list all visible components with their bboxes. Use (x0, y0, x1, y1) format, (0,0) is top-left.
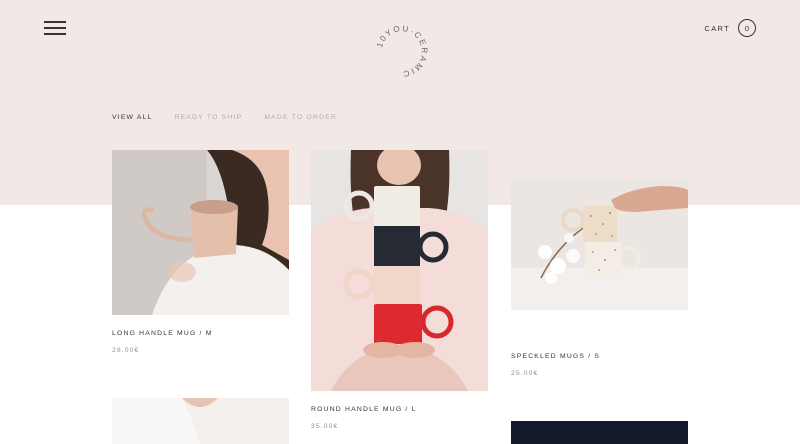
product-price: 25.00€ (511, 370, 539, 377)
product-price: 35.00€ (311, 423, 339, 430)
product-title[interactable]: ROUND HANDLE MUG / L (311, 406, 417, 413)
product-image-round-handle-mug[interactable] (311, 150, 488, 391)
product-image-next-row[interactable] (112, 398, 289, 444)
cart-button[interactable]: CART 0 (705, 19, 756, 37)
product-title[interactable]: SPECKLED MUGS / S (511, 353, 600, 360)
cart-count-badge: 0 (738, 19, 756, 37)
product-title[interactable]: LONG HANDLE MUG / M (112, 330, 213, 337)
brand-logo[interactable]: 10YOU·CERAMICS (361, 9, 435, 79)
hamburger-menu-icon[interactable] (44, 20, 66, 36)
product-image-speckled-mugs[interactable] (511, 178, 688, 310)
product-filter-tabs: VIEW ALL READY TO SHIP MADE TO ORDER (112, 114, 337, 121)
filter-made-to-order[interactable]: MADE TO ORDER (264, 114, 337, 121)
svg-text:10YOU·CERAMICS: 10YOU·CERAMICS (365, 16, 429, 78)
logo-text: 10YOU·CERAMICS (361, 9, 427, 79)
product-image-next-row[interactable] (511, 421, 688, 444)
filter-view-all[interactable]: VIEW ALL (112, 114, 153, 121)
product-price: 28.00€ (112, 347, 140, 354)
filter-ready-to-ship[interactable]: READY TO SHIP (175, 114, 243, 121)
product-image-long-handle-mug[interactable] (112, 150, 289, 315)
cart-label: CART (704, 23, 730, 33)
